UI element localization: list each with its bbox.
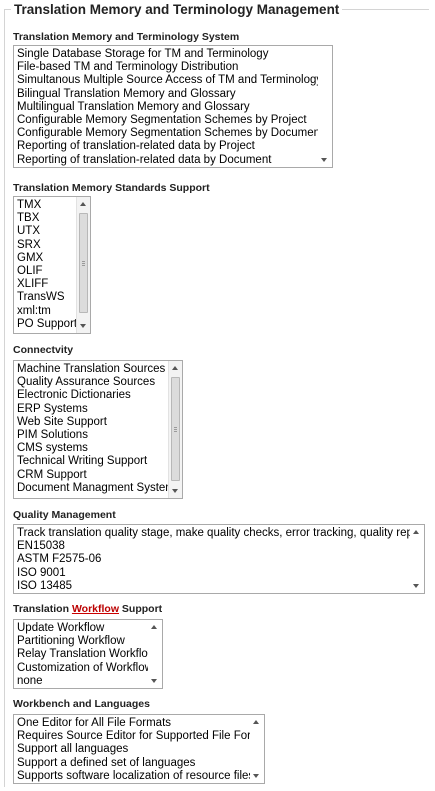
section-title-translation-workflow: Translation Workflow Support bbox=[13, 603, 162, 615]
list-option[interactable]: Quality Assurance Sources bbox=[17, 376, 182, 389]
list-option[interactable]: Single Database Storage for TM and Termi… bbox=[17, 48, 332, 61]
listbox-options: Single Database Storage for TM and Termi… bbox=[14, 46, 332, 167]
vertical-scrollbar[interactable] bbox=[76, 197, 90, 333]
list-option[interactable]: Configurable Memory Segmentation Schemes… bbox=[17, 127, 332, 140]
list-option[interactable]: Bilingual Translation Memory and Glossar… bbox=[17, 88, 332, 101]
listbox-tm-standards[interactable]: TMX TBX UTX SRX GMX OLIF XLIFF TransWS x… bbox=[13, 196, 91, 334]
listbox-options: Track translation quality stage, make qu… bbox=[14, 525, 424, 593]
scrollbar-thumb[interactable] bbox=[79, 213, 88, 313]
listbox-workbench-languages[interactable]: One Editor for All File Formats Requires… bbox=[13, 714, 265, 784]
thumb-grip-icon bbox=[82, 261, 85, 262]
scroll-up-arrow-icon[interactable] bbox=[253, 720, 259, 724]
thumb-grip-icon bbox=[174, 431, 177, 432]
list-option[interactable]: Supports software localization of resour… bbox=[17, 770, 264, 783]
scroll-down-arrow-icon[interactable] bbox=[253, 774, 259, 778]
listbox-options: One Editor for All File Formats Requires… bbox=[14, 715, 264, 783]
list-option[interactable]: Partitioning Workflow bbox=[17, 635, 162, 648]
listbox-quality-management[interactable]: Track translation quality stage, make qu… bbox=[13, 524, 425, 594]
scroll-down-arrow-icon[interactable] bbox=[321, 158, 327, 162]
section-title-workbench-languages: Workbench and Languages bbox=[13, 698, 150, 710]
scroll-up-arrow-icon[interactable] bbox=[172, 366, 178, 370]
scrollbar-thumb[interactable] bbox=[171, 377, 180, 481]
title-spellcheck-word: Workflow bbox=[71, 603, 119, 615]
scroll-down-arrow-icon[interactable] bbox=[80, 324, 86, 328]
scroll-down-arrow-icon[interactable] bbox=[172, 489, 178, 493]
fieldset-legend: Translation Memory and Terminology Manag… bbox=[14, 2, 340, 17]
list-option[interactable]: Relay Translation Workflow bbox=[17, 648, 162, 661]
scroll-down-arrow-icon[interactable] bbox=[413, 584, 419, 588]
thumb-grip-icon bbox=[82, 265, 85, 266]
list-option[interactable]: Requires Source Editor for Supported Fil… bbox=[17, 730, 264, 743]
listbox-options: Machine Translation Sources Quality Assu… bbox=[14, 361, 182, 495]
list-option[interactable]: Simultanous Multiple Source Access of TM… bbox=[17, 74, 332, 87]
vertical-scrollbar[interactable] bbox=[410, 525, 424, 593]
list-option[interactable]: CRM Support bbox=[17, 469, 182, 482]
list-option[interactable]: ERP Systems bbox=[17, 403, 182, 416]
list-option[interactable]: Update Workflow bbox=[17, 622, 162, 635]
thumb-grip-icon bbox=[174, 429, 177, 430]
scroll-down-arrow-icon[interactable] bbox=[151, 679, 157, 683]
list-option[interactable]: Configurable Memory Segmentation Schemes… bbox=[17, 114, 332, 127]
vertical-scrollbar[interactable] bbox=[168, 361, 182, 498]
section-title-quality-management: Quality Management bbox=[13, 509, 116, 521]
list-option[interactable]: Customization of Workflows bbox=[17, 662, 162, 675]
list-option[interactable]: One Editor for All File Formats bbox=[17, 717, 264, 730]
list-option[interactable]: ISO 9001 bbox=[17, 567, 424, 580]
list-option[interactable]: Document Managment Systems bbox=[17, 482, 182, 495]
list-option[interactable]: Reporting of translation-related data by… bbox=[17, 154, 332, 167]
list-option[interactable]: ASTM F2575-06 bbox=[17, 553, 424, 566]
listbox-tm-system[interactable]: Single Database Storage for TM and Termi… bbox=[13, 45, 333, 168]
list-option[interactable]: Support all languages bbox=[17, 743, 264, 756]
list-option[interactable]: EN15038 bbox=[17, 540, 424, 553]
list-option[interactable]: Electronic Dictionaries bbox=[17, 389, 182, 402]
list-option[interactable]: Support a defined set of languages bbox=[17, 757, 264, 770]
section-title-tm-system: Translation Memory and Terminology Syste… bbox=[13, 31, 240, 43]
thumb-grip-icon bbox=[174, 427, 177, 428]
title-text: Support bbox=[119, 603, 163, 615]
list-option[interactable]: Reporting of translation-related data by… bbox=[17, 140, 332, 153]
listbox-translation-workflow[interactable]: Update Workflow Partitioning Workflow Re… bbox=[13, 619, 163, 689]
listbox-connectivity[interactable]: Machine Translation Sources Quality Assu… bbox=[13, 360, 183, 499]
thumb-grip-icon bbox=[82, 263, 85, 264]
scroll-up-arrow-icon[interactable] bbox=[151, 625, 157, 629]
list-option[interactable]: Machine Translation Sources bbox=[17, 363, 182, 376]
list-option[interactable]: Multilingual Translation Memory and Glos… bbox=[17, 101, 332, 114]
title-text: Translation bbox=[13, 603, 72, 615]
list-option[interactable]: none bbox=[17, 675, 162, 688]
vertical-scrollbar[interactable] bbox=[250, 715, 264, 783]
listbox-options: Update Workflow Partitioning Workflow Re… bbox=[14, 620, 162, 688]
list-option[interactable]: Track translation quality stage, make qu… bbox=[17, 527, 424, 540]
list-option[interactable]: CMS systems bbox=[17, 442, 182, 455]
list-option[interactable]: PIM Solutions bbox=[17, 429, 182, 442]
scroll-up-arrow-icon[interactable] bbox=[80, 202, 86, 206]
scroll-up-arrow-icon[interactable] bbox=[413, 530, 419, 534]
section-title-connectivity: Connectvity bbox=[13, 344, 74, 356]
list-option[interactable]: File-based TM and Terminology Distributi… bbox=[17, 61, 332, 74]
list-option[interactable]: ISO 13485 bbox=[17, 580, 424, 593]
list-option[interactable]: Technical Writing Support bbox=[17, 455, 182, 468]
vertical-scrollbar[interactable] bbox=[318, 46, 332, 167]
list-option[interactable]: Web Site Support bbox=[17, 416, 182, 429]
vertical-scrollbar[interactable] bbox=[148, 620, 162, 688]
section-title-tm-standards: Translation Memory Standards Support bbox=[13, 182, 210, 194]
